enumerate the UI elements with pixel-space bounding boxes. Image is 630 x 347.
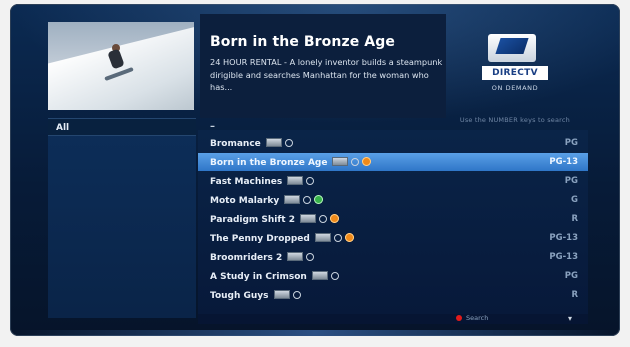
list-item[interactable]: Moto Malarky G [198, 191, 588, 209]
list-item-rating: PG-13 [549, 252, 578, 262]
list-item-title: The Penny Dropped [210, 233, 354, 244]
list-item-rating: G [571, 195, 578, 205]
list-item-title: Fast Machines [210, 176, 315, 187]
list-item[interactable]: Bromance PG [198, 134, 588, 152]
list-item-title-text: A Study in Crimson [210, 272, 307, 282]
list-item[interactable]: The Penny Dropped PG-13 [198, 229, 588, 247]
red-button-icon [456, 315, 462, 321]
hd-icon [311, 271, 328, 280]
cc-icon [333, 234, 342, 242]
list-item-title: Bromance [210, 138, 293, 149]
list-item-title: Born in the Bronze Age [210, 157, 372, 168]
hd-icon [265, 138, 282, 147]
cc-icon [303, 196, 312, 204]
list-item-rating: R [571, 214, 578, 224]
search-action-label[interactable]: Search [466, 314, 488, 322]
cc-icon [351, 158, 360, 166]
list-item-rating: R [571, 290, 578, 300]
cc-icon [284, 139, 293, 147]
list-item-selected[interactable]: Born in the Bronze Age PG-13 [198, 153, 588, 171]
directv-logo: DIRECTV ON DEMAND [470, 26, 560, 102]
list-footer [198, 314, 588, 324]
list-item-title: Paradigm Shift 2 [210, 214, 340, 225]
list-item[interactable]: Broomriders 2 PG-13 [198, 248, 588, 266]
list-item-rating: PG [564, 138, 578, 148]
hd-icon [314, 233, 331, 242]
list-item-rating: PG [564, 271, 578, 281]
list-item-title-text: Tough Guys [210, 291, 269, 301]
number-search-hint: Use the NUMBER keys to search [459, 116, 570, 124]
hd-icon [300, 214, 317, 223]
hd-icon [332, 157, 349, 166]
list-item-title-text: Paradigm Shift 2 [210, 215, 296, 225]
list-item-title-text: Moto Malarky [210, 196, 280, 206]
program-thumbnail [48, 22, 194, 110]
list-item-rating: PG-13 [549, 233, 578, 243]
screen-bottom-glow [10, 330, 620, 336]
list-item-rating: PG-13 [549, 157, 578, 167]
scroll-down-icon[interactable]: ▾ [568, 314, 572, 323]
thumbnail-snowboarder [102, 44, 134, 82]
orange-circle-icon [344, 233, 354, 242]
logo-brand-name: DIRECTV [482, 66, 548, 80]
list-item-title: A Study in Crimson [210, 271, 339, 282]
list-item-title-text: Broomriders 2 [210, 253, 283, 263]
logo-subtitle: ON DEMAND [491, 84, 539, 92]
list-item[interactable]: Paradigm Shift 2 R [198, 210, 588, 228]
program-description: 24 HOUR RENTAL - A lonely inventor build… [210, 57, 443, 92]
list-item-title-text: Born in the Bronze Age [210, 158, 328, 168]
hd-icon [273, 290, 290, 299]
list-item-title: Moto Malarky [210, 195, 324, 206]
directv-logo-mark-icon [488, 34, 536, 62]
snowboarder-body [107, 48, 125, 70]
hd-icon [287, 176, 304, 185]
orange-circle-icon [362, 157, 372, 166]
hd-icon [284, 195, 301, 204]
cc-icon [292, 291, 301, 299]
cc-icon [306, 177, 315, 185]
list-item[interactable]: Fast Machines PG [198, 172, 588, 190]
cc-icon [306, 253, 315, 261]
list-item-title: Broomriders 2 [210, 252, 315, 263]
list-item-title-text: The Penny Dropped [210, 234, 310, 244]
hd-icon [287, 252, 304, 261]
list-item[interactable]: A Study in Crimson PG [198, 267, 588, 285]
cc-icon [330, 272, 339, 280]
list-item-title-text: Fast Machines [210, 177, 283, 187]
green-circle-icon [314, 195, 324, 204]
category-item-all[interactable]: All [48, 118, 196, 136]
list-item-rating: PG [564, 176, 578, 186]
list-item[interactable]: Tough Guys R [198, 286, 588, 304]
orange-circle-icon [330, 214, 340, 223]
cc-icon [319, 215, 328, 223]
program-list: Bromance PG Born in the Bronze Age PG-13 Fas… [198, 130, 588, 314]
program-title: Born in the Bronze Age [210, 34, 395, 50]
list-item-title-text: Bromance [210, 139, 261, 149]
list-item-title: Tough Guys [210, 290, 301, 301]
category-panel [48, 118, 196, 318]
